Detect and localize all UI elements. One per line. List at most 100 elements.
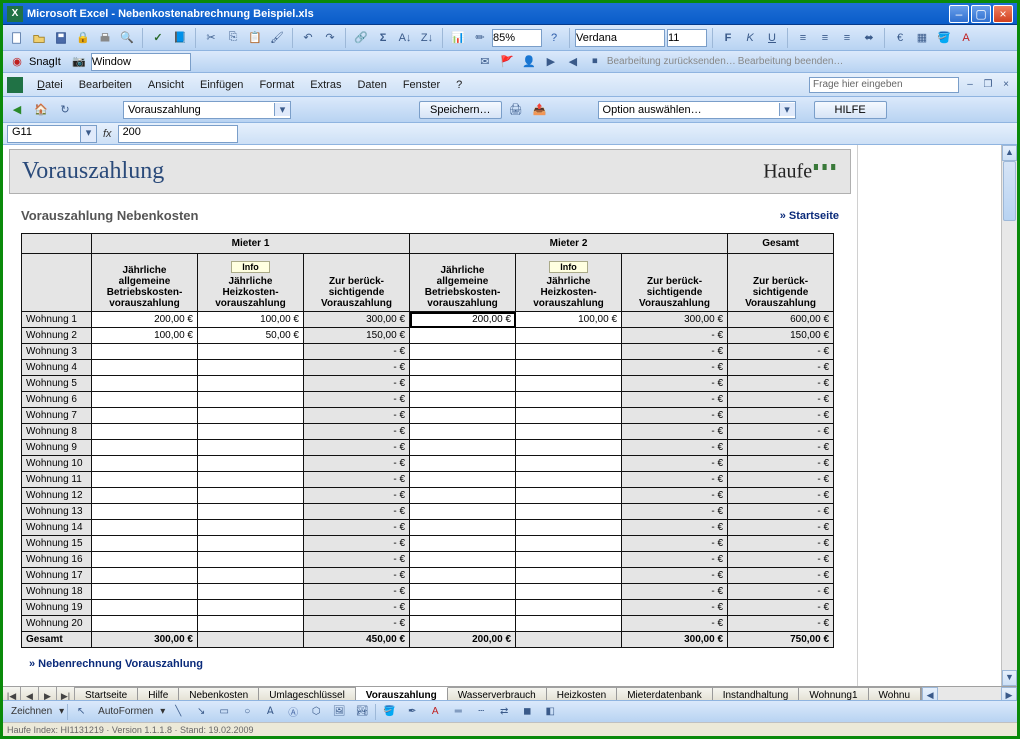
save-button[interactable]: Speichern…: [419, 101, 502, 119]
font-color-icon[interactable]: A: [956, 28, 976, 48]
scroll-up-icon[interactable]: ▲: [1002, 145, 1017, 161]
oval-icon[interactable]: ○: [237, 702, 257, 722]
table-cell[interactable]: [198, 392, 304, 408]
table-cell[interactable]: [198, 600, 304, 616]
underline-icon[interactable]: U: [762, 28, 782, 48]
line-style-icon[interactable]: ═: [448, 702, 468, 722]
table-cell[interactable]: [516, 344, 622, 360]
dash-style-icon[interactable]: ┄: [471, 702, 491, 722]
table-cell[interactable]: 100,00 €: [516, 312, 622, 328]
table-cell[interactable]: [92, 344, 198, 360]
review-flag-icon[interactable]: 🚩: [497, 52, 517, 72]
paste-icon[interactable]: 📋: [245, 28, 265, 48]
table-cell[interactable]: [410, 536, 516, 552]
table-cell[interactable]: [516, 440, 622, 456]
table-cell[interactable]: [198, 552, 304, 568]
table-cell[interactable]: [92, 504, 198, 520]
spelling-icon[interactable]: ✓: [148, 28, 168, 48]
table-cell[interactable]: [92, 424, 198, 440]
diagram-icon[interactable]: ⬡: [306, 702, 326, 722]
table-cell[interactable]: [92, 472, 198, 488]
snagit-icon[interactable]: ◉: [7, 52, 27, 72]
currency-icon[interactable]: €: [890, 28, 910, 48]
table-cell[interactable]: [198, 504, 304, 520]
info-button-1[interactable]: Info: [231, 261, 270, 273]
close-button[interactable]: ×: [993, 5, 1013, 23]
table-cell[interactable]: [198, 456, 304, 472]
table-cell[interactable]: [516, 472, 622, 488]
table-cell[interactable]: [410, 568, 516, 584]
table-cell[interactable]: [92, 408, 198, 424]
table-cell[interactable]: [410, 584, 516, 600]
table-cell[interactable]: [410, 600, 516, 616]
review-next-icon[interactable]: ▶: [541, 52, 561, 72]
table-cell[interactable]: 200,00 €: [410, 312, 516, 328]
print-icon-2[interactable]: 🖨: [506, 100, 526, 120]
option-combo[interactable]: Option auswählen…▾: [598, 101, 796, 119]
autosum-icon[interactable]: Σ: [373, 28, 393, 48]
line-icon[interactable]: ╲: [168, 702, 188, 722]
copy-icon[interactable]: ⎘: [223, 28, 243, 48]
drawing-toolbar-icon[interactable]: ✏: [470, 28, 490, 48]
wordart-icon[interactable]: Ⓐ: [283, 702, 303, 722]
table-cell[interactable]: [410, 616, 516, 632]
table-cell[interactable]: [410, 552, 516, 568]
review-user-icon[interactable]: 👤: [519, 52, 539, 72]
table-cell[interactable]: [516, 584, 622, 600]
menu-insert[interactable]: Einfügen: [192, 76, 251, 94]
table-cell[interactable]: [410, 344, 516, 360]
review-reply-icon[interactable]: ✉: [475, 52, 495, 72]
table-cell[interactable]: [410, 488, 516, 504]
merge-center-icon[interactable]: ⬌: [859, 28, 879, 48]
table-cell[interactable]: [198, 568, 304, 584]
menu-view[interactable]: Ansicht: [140, 76, 192, 94]
align-left-icon[interactable]: ≡: [793, 28, 813, 48]
autoshapes-menu[interactable]: AutoFormen: [94, 706, 157, 717]
doc-minimize-button[interactable]: –: [963, 79, 977, 91]
table-cell[interactable]: [516, 456, 622, 472]
home-link[interactable]: » Startseite: [780, 210, 839, 222]
menu-edit[interactable]: Bearbeiten: [71, 76, 140, 94]
table-cell[interactable]: [516, 376, 622, 392]
table-cell[interactable]: [92, 616, 198, 632]
draw-menu[interactable]: Zeichnen: [7, 706, 56, 717]
table-cell[interactable]: [198, 344, 304, 360]
minimize-button[interactable]: –: [949, 5, 969, 23]
hyperlink-icon[interactable]: 🔗: [351, 28, 371, 48]
table-cell[interactable]: [198, 520, 304, 536]
table-cell[interactable]: [516, 328, 622, 344]
fill-color-icon[interactable]: 🪣: [934, 28, 954, 48]
3d-icon[interactable]: ◧: [540, 702, 560, 722]
table-cell[interactable]: [198, 472, 304, 488]
print-preview-icon[interactable]: 🔍: [117, 28, 137, 48]
review-prev-icon[interactable]: ◀: [563, 52, 583, 72]
doc-restore-button[interactable]: ❐: [981, 79, 995, 91]
table-cell[interactable]: [92, 536, 198, 552]
nav-back-icon[interactable]: ◀: [7, 100, 27, 120]
export-icon[interactable]: 📤: [530, 100, 550, 120]
menu-data[interactable]: Daten: [349, 76, 394, 94]
table-cell[interactable]: [410, 520, 516, 536]
table-cell[interactable]: [410, 440, 516, 456]
nav-sheet-combo[interactable]: Vorauszahlung▾: [123, 101, 291, 119]
table-cell[interactable]: [92, 376, 198, 392]
undo-icon[interactable]: ↶: [298, 28, 318, 48]
rectangle-icon[interactable]: ▭: [214, 702, 234, 722]
select-objects-icon[interactable]: ↖: [71, 702, 91, 722]
name-box[interactable]: G11▾: [7, 125, 97, 143]
font-size-select[interactable]: [667, 29, 707, 47]
help-icon[interactable]: ?: [544, 28, 564, 48]
table-cell[interactable]: [410, 472, 516, 488]
align-right-icon[interactable]: ≡: [837, 28, 857, 48]
scroll-thumb[interactable]: [1003, 161, 1016, 221]
table-cell[interactable]: [198, 536, 304, 552]
review-end-icon[interactable]: ⏹: [585, 52, 605, 72]
table-cell[interactable]: [410, 392, 516, 408]
table-cell[interactable]: [516, 616, 622, 632]
table-cell[interactable]: [410, 456, 516, 472]
table-cell[interactable]: [92, 600, 198, 616]
clipart-icon[interactable]: 🖼: [329, 702, 349, 722]
save-icon[interactable]: [51, 28, 71, 48]
line-color-icon[interactable]: ✒: [402, 702, 422, 722]
chart-wizard-icon[interactable]: 📊: [448, 28, 468, 48]
